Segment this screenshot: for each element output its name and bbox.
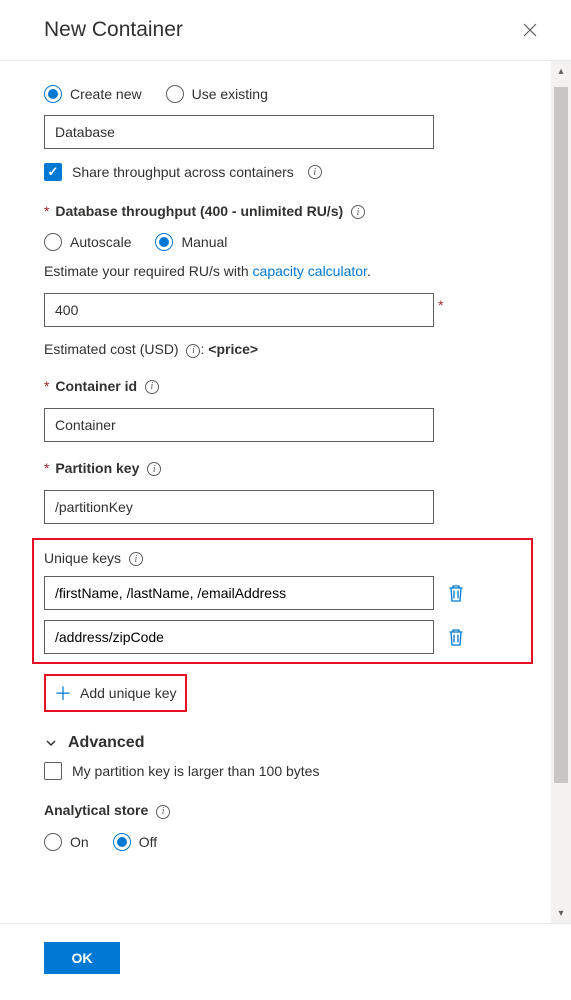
share-throughput-label: Share throughput across containers [72, 164, 294, 180]
radio-icon [44, 833, 62, 851]
radio-autoscale[interactable]: Autoscale [44, 233, 131, 251]
vertical-scrollbar[interactable]: ▴ ▾ [551, 61, 571, 923]
add-unique-key-highlight: ＋ Add unique key [44, 674, 187, 712]
scroll-up-button[interactable]: ▴ [551, 61, 571, 81]
panel-footer: OK [0, 923, 571, 1000]
scroll-down-button[interactable]: ▾ [551, 903, 571, 923]
analytical-store-label: Analytical store [44, 802, 148, 818]
radio-label: Manual [181, 234, 227, 250]
share-throughput-row: ✓ Share throughput across containers [44, 163, 527, 181]
estimated-cost-row: Estimated cost (USD) : <price> [44, 341, 527, 357]
large-partition-key-label: My partition key is larger than 100 byte… [72, 763, 319, 779]
info-icon[interactable] [351, 205, 365, 219]
info-icon[interactable] [156, 805, 170, 819]
rus-input[interactable] [44, 293, 434, 327]
plus-icon: ＋ [54, 680, 72, 706]
close-icon [523, 23, 537, 37]
info-icon[interactable] [145, 380, 159, 394]
radio-icon [155, 233, 173, 251]
scrollbar-track[interactable] [551, 81, 571, 903]
container-id-label-row: * Container id [44, 378, 527, 394]
required-indicator: * [44, 378, 49, 394]
unique-keys-label-row: Unique keys [44, 550, 521, 566]
required-indicator: * [438, 297, 443, 313]
container-id-input-row [44, 408, 527, 442]
unique-key-row [44, 576, 521, 610]
info-icon[interactable] [308, 165, 322, 179]
rus-input-row: * [44, 293, 527, 327]
db-mode-radios: Create new Use existing [44, 85, 527, 103]
database-name-input[interactable] [44, 115, 434, 149]
unique-key-row [44, 620, 521, 654]
add-unique-key-label: Add unique key [80, 685, 177, 701]
radio-icon [166, 85, 184, 103]
panel-header: New Container [0, 0, 571, 60]
analytical-store-radios: On Off [44, 833, 527, 851]
radio-label: Off [139, 834, 157, 850]
radio-use-existing[interactable]: Use existing [166, 85, 268, 103]
estimated-cost-label: Estimated cost (USD) [44, 341, 182, 357]
info-icon[interactable] [129, 552, 143, 566]
large-partition-key-row: My partition key is larger than 100 byte… [44, 762, 527, 780]
new-container-panel: New Container Create new Use existing [0, 0, 571, 1000]
period: . [367, 263, 371, 279]
radio-label: Use existing [192, 86, 268, 102]
estimate-text: Estimate your required RU/s with [44, 263, 253, 279]
trash-icon [448, 628, 464, 646]
estimated-cost-value: <price> [208, 341, 258, 357]
chevron-down-icon [44, 736, 58, 750]
partition-key-label-row: * Partition key [44, 460, 527, 476]
radio-label: Autoscale [70, 234, 131, 250]
unique-keys-label: Unique keys [44, 550, 121, 566]
radio-icon [44, 85, 62, 103]
scroll-content: Create new Use existing ✓ Share throughp… [0, 61, 551, 923]
ok-button[interactable]: OK [44, 942, 120, 974]
radio-create-new[interactable]: Create new [44, 85, 142, 103]
capacity-calculator-link[interactable]: capacity calculator [253, 263, 367, 279]
unique-key-input-0[interactable] [44, 576, 434, 610]
throughput-mode-radios: Autoscale Manual [44, 233, 527, 251]
radio-analytical-off[interactable]: Off [113, 833, 157, 851]
advanced-label: Advanced [68, 734, 144, 752]
checkmark-icon: ✓ [48, 164, 59, 180]
partition-key-input-row [44, 490, 527, 524]
info-icon[interactable] [186, 344, 200, 358]
large-partition-key-checkbox[interactable] [44, 762, 62, 780]
radio-analytical-on[interactable]: On [44, 833, 89, 851]
analytical-store-label-row: Analytical store [44, 802, 527, 818]
radio-label: On [70, 834, 89, 850]
panel-body: Create new Use existing ✓ Share throughp… [0, 61, 571, 923]
share-throughput-checkbox[interactable]: ✓ [44, 163, 62, 181]
container-id-input[interactable] [44, 408, 434, 442]
radio-icon [113, 833, 131, 851]
radio-label: Create new [70, 86, 142, 102]
required-indicator: * [44, 203, 49, 219]
unique-key-input-1[interactable] [44, 620, 434, 654]
container-id-label: Container id [55, 378, 137, 394]
throughput-label: Database throughput (400 - unlimited RU/… [55, 203, 343, 219]
add-unique-key-button[interactable]: ＋ Add unique key [54, 680, 177, 706]
database-name-row [44, 115, 527, 149]
delete-unique-key-1[interactable] [448, 628, 464, 646]
info-icon[interactable] [147, 462, 161, 476]
radio-manual[interactable]: Manual [155, 233, 227, 251]
close-button[interactable] [519, 19, 541, 41]
throughput-label-row: * Database throughput (400 - unlimited R… [44, 203, 527, 219]
advanced-toggle[interactable]: Advanced [44, 734, 527, 752]
panel-title: New Container [44, 18, 183, 42]
partition-key-label: Partition key [55, 460, 139, 476]
partition-key-input[interactable] [44, 490, 434, 524]
trash-icon [448, 584, 464, 602]
scrollbar-thumb[interactable] [554, 87, 568, 783]
unique-keys-highlight: Unique keys [32, 538, 533, 664]
radio-icon [44, 233, 62, 251]
delete-unique-key-0[interactable] [448, 584, 464, 602]
required-indicator: * [44, 460, 49, 476]
estimate-text-row: Estimate your required RU/s with capacit… [44, 263, 527, 279]
